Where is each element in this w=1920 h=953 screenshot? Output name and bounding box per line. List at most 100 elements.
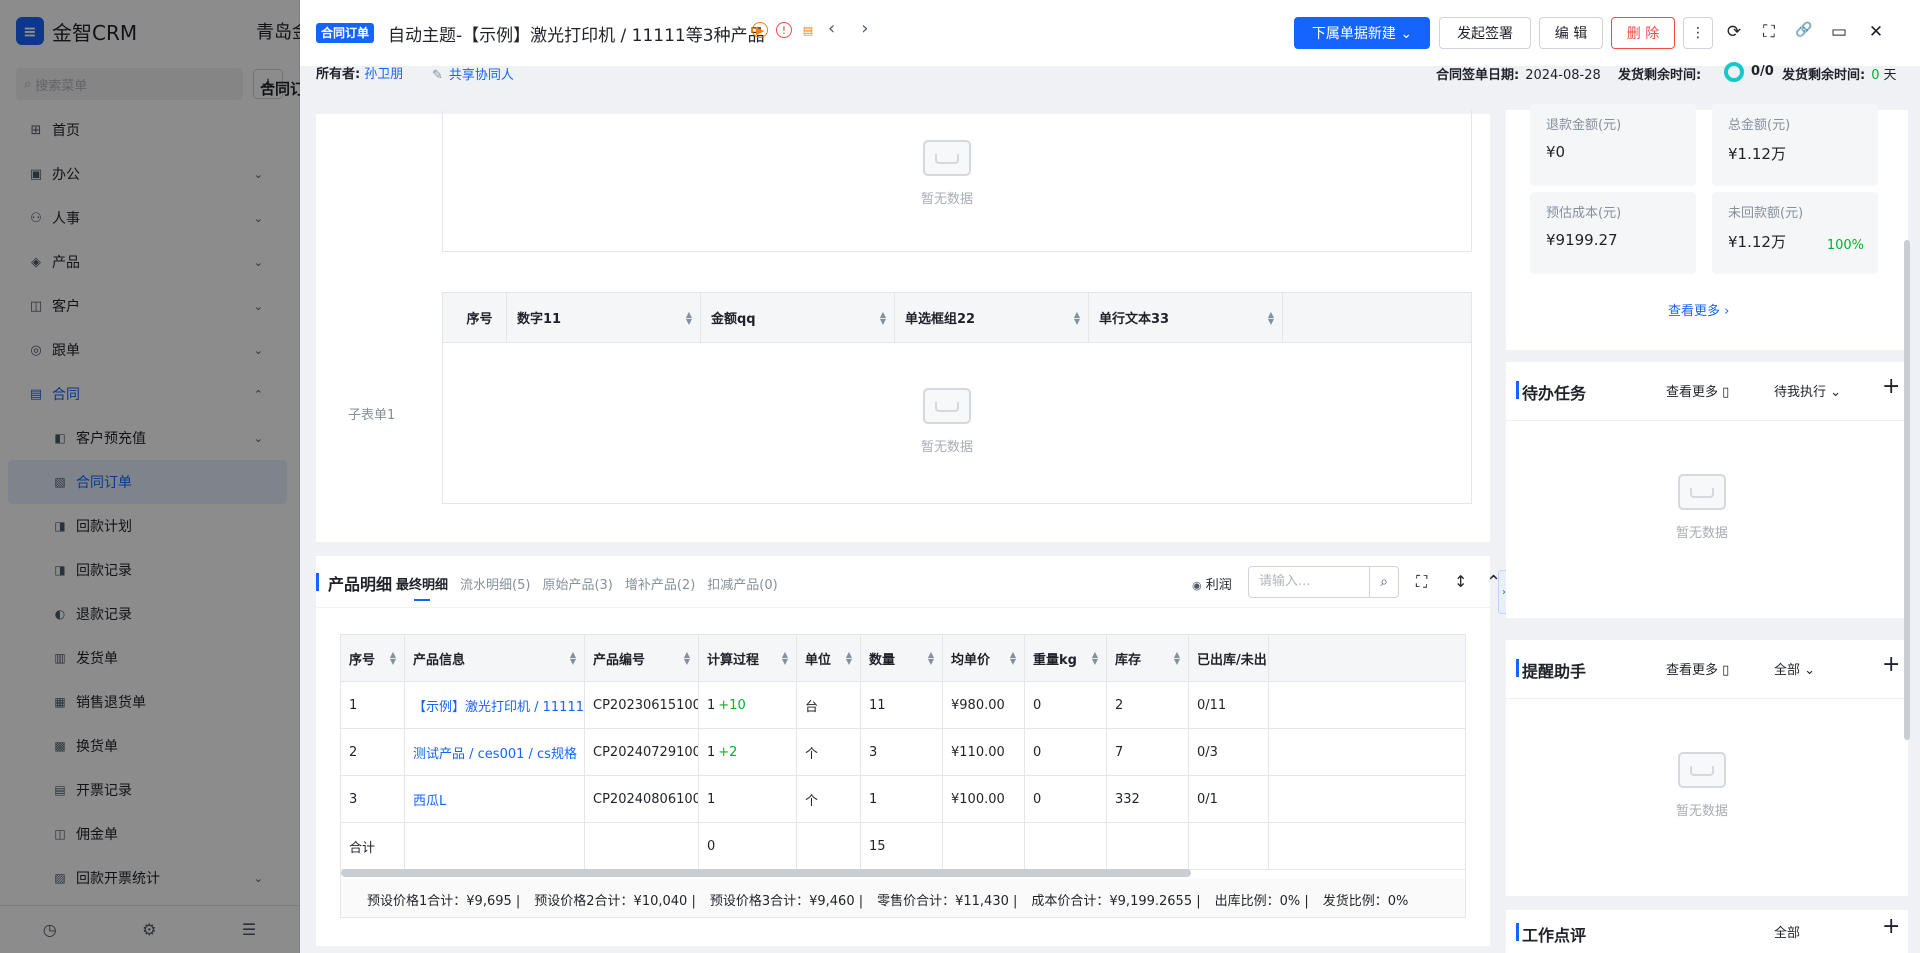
share-label: 共享协同人 (448, 68, 514, 83)
column-header[interactable]: 产品信息 ▲ ▼ (405, 635, 585, 681)
sort-icon[interactable]: ▲ ▼ (846, 651, 852, 666)
sort-icon[interactable]: ▲ ▼ (1268, 310, 1274, 325)
sort-icon[interactable]: ▲ ▼ (880, 310, 886, 325)
cell-value: 2 (349, 744, 358, 760)
column-header[interactable]: 产品编号 ▲ ▼ (585, 635, 699, 681)
drawer-title: 自动主题-【示例】激光打印机 / 11111等3种产品 (388, 26, 765, 46)
product-tab[interactable]: 最终明细 (396, 574, 448, 601)
see-more-link[interactable]: 查看更多 › (1668, 300, 1729, 319)
column-header[interactable]: 已出库/未出 (1189, 635, 1269, 681)
cell-value: 7 (1115, 744, 1124, 760)
reminder-add-icon[interactable]: + (1882, 652, 1900, 677)
product-link[interactable]: 【示例】激光打印机 / 11111 (413, 696, 584, 715)
product-tab[interactable]: 流水明细(5) (460, 574, 530, 593)
sort-icon[interactable]: ▲ ▼ (686, 310, 692, 325)
table-cell: 1 +2 (699, 729, 797, 775)
sort-icon[interactable]: ▲ ▼ (390, 651, 396, 666)
work-review-filter[interactable]: 全部 (1774, 922, 1800, 941)
cell-value: CP202407291001 (593, 744, 699, 760)
sort-icon[interactable]: ▲ ▼ (1074, 310, 1080, 325)
sort-icon[interactable]: ▲ ▼ (570, 651, 576, 666)
product-tab[interactable]: 增补产品(2) (625, 574, 695, 593)
sort-icon[interactable]: ▲ ▼ (1174, 651, 1180, 666)
column-header[interactable]: 数字11 ▲ ▼ (507, 293, 701, 342)
play-icon[interactable]: ▶ (752, 22, 768, 38)
column-header[interactable]: 单选框组22 ▲ ▼ (895, 293, 1089, 342)
column-header[interactable]: 单位 ▲ ▼ (797, 635, 861, 681)
stat-estimated-cost: 预估成本(元) ¥9199.27 (1530, 192, 1696, 274)
sort-icon[interactable]: ▲ ▼ (928, 651, 934, 666)
window-icon[interactable]: ▭ (1829, 22, 1849, 42)
empty-box-icon (1678, 474, 1726, 510)
column-header[interactable]: 单行文本33 ▲ ▼ (1089, 293, 1283, 342)
sort-icon[interactable]: ▲ ▼ (684, 651, 690, 666)
fullscreen-icon[interactable]: ⛶ (1416, 572, 1427, 592)
cell-value: ¥110.00 (951, 744, 1005, 760)
product-link[interactable]: 测试产品 / ces001 / cs规格 (413, 743, 577, 762)
search-icon[interactable]: ⌕ (1369, 566, 1399, 598)
more-actions-button[interactable]: ⋮ (1683, 17, 1713, 49)
summary-item: 成本价合计：¥9,199.2655 | (1031, 893, 1201, 909)
next-record-icon[interactable]: › (861, 18, 868, 39)
sort-icon[interactable]: ▲ ▼ (1092, 651, 1098, 666)
expand-rows-icon[interactable]: ↕ (1454, 572, 1467, 591)
table-row[interactable]: 2 测试产品 / ces001 / cs规格 CP202407291001 1 +2 个 3… (341, 729, 1465, 776)
empty-box-icon (923, 388, 971, 424)
edit-button[interactable]: 编 辑 (1539, 17, 1603, 49)
product-tab[interactable]: 原始产品(3) (542, 574, 612, 593)
table-row[interactable]: 1 【示例】激光打印机 / 11111 CP202306151001 1 +10 台 11 ¥… (341, 682, 1465, 729)
table-cell (405, 823, 585, 869)
app-root: ≡ 金智CRM ⌕ 搜索菜单 + ⊞ 首页 ▣ 办公 ⌄ ⚇ 人事 ⌄ ◈ 产品 ⌄ ◫ 客户 ⌄ ◎ 跟单 ⌄… (0, 0, 1920, 953)
table-cell: 【示例】激光打印机 / 11111 (405, 682, 585, 728)
column-header[interactable]: 计算过程 ▲ ▼ (699, 635, 797, 681)
column-label: 单位 (805, 652, 832, 668)
table-cell: ¥980.00 (943, 682, 1025, 728)
sort-icon[interactable]: ▲ ▼ (1010, 651, 1016, 666)
column-header[interactable]: 库存 ▲ ▼ (1107, 635, 1189, 681)
column-header[interactable]: 序号 ▲ ▼ (341, 635, 405, 681)
share-collaborators[interactable]: ✎ 共享协同人 (432, 64, 514, 83)
fullscreen-icon[interactable]: ⛶ (1759, 22, 1779, 42)
table-row[interactable]: 3 西瓜L CP202408061005 1 个 1 ¥100.00 0 332 0/1 (341, 776, 1465, 823)
column-header[interactable]: 均单价 ▲ ▼ (943, 635, 1025, 681)
product-link[interactable]: 西瓜L (413, 790, 446, 809)
horizontal-scrollbar[interactable] (341, 869, 1191, 877)
prev-record-icon[interactable]: ‹ (828, 18, 835, 39)
profit-toggle[interactable]: ◉ 利润 (1192, 574, 1232, 593)
todo-filter-select[interactable]: 待我执行 ⌄ (1774, 381, 1841, 400)
cell-value: 1 (707, 791, 716, 807)
work-review-add-icon[interactable]: + (1882, 914, 1900, 939)
work-review-title: 工作点评 (1515, 922, 1586, 946)
column-header[interactable]: 数量 ▲ ▼ (861, 635, 943, 681)
cell-value: 1 (707, 744, 716, 760)
column-header[interactable]: 序号 (443, 293, 507, 342)
todo-more-link[interactable]: 查看更多 ▯ (1666, 381, 1729, 400)
vertical-scrollbar[interactable] (1904, 240, 1910, 740)
reminder-more-link[interactable]: 查看更多 ▯ (1666, 659, 1729, 678)
close-icon[interactable]: ✕ (1866, 22, 1886, 42)
cell-value: 0/1 (1197, 791, 1218, 807)
column-header[interactable]: 重量kg ▲ ▼ (1025, 635, 1107, 681)
warning-icon[interactable]: ! (776, 22, 792, 38)
start-sign-button[interactable]: 发起签署 (1439, 17, 1531, 49)
document-icon[interactable]: ▤ (800, 22, 816, 38)
ship-progress-ring (1724, 62, 1744, 82)
refresh-icon[interactable]: ⟳ (1724, 22, 1744, 42)
reminder-filter-select[interactable]: 全部 ⌄ (1774, 659, 1815, 678)
owner-value[interactable]: 孙卫朋 (364, 67, 403, 82)
product-tab[interactable]: 扣减产品(0) (707, 574, 777, 593)
calc-plus: +2 (718, 744, 738, 760)
column-header[interactable]: 金额qq ▲ ▼ (701, 293, 895, 342)
table-cell: 0 (699, 823, 797, 869)
todo-add-icon[interactable]: + (1882, 374, 1900, 399)
summary-item: 预设价格1合计：¥9,695 | (367, 893, 521, 909)
delete-button[interactable]: 删 除 (1611, 17, 1675, 49)
cell-value: 3 (349, 791, 358, 807)
link-icon[interactable]: 🔗 (1794, 22, 1814, 38)
new-sub-document-button[interactable]: 下属单据新建 ⌄ (1294, 17, 1430, 49)
sort-icon[interactable]: ▲ ▼ (782, 651, 788, 666)
summary-item: 出库比例：0% | (1214, 893, 1309, 909)
product-title: 产品明细 (315, 571, 392, 595)
owner-label: 所有者: (316, 67, 361, 82)
product-search-input[interactable]: 请输入... (1248, 566, 1370, 598)
